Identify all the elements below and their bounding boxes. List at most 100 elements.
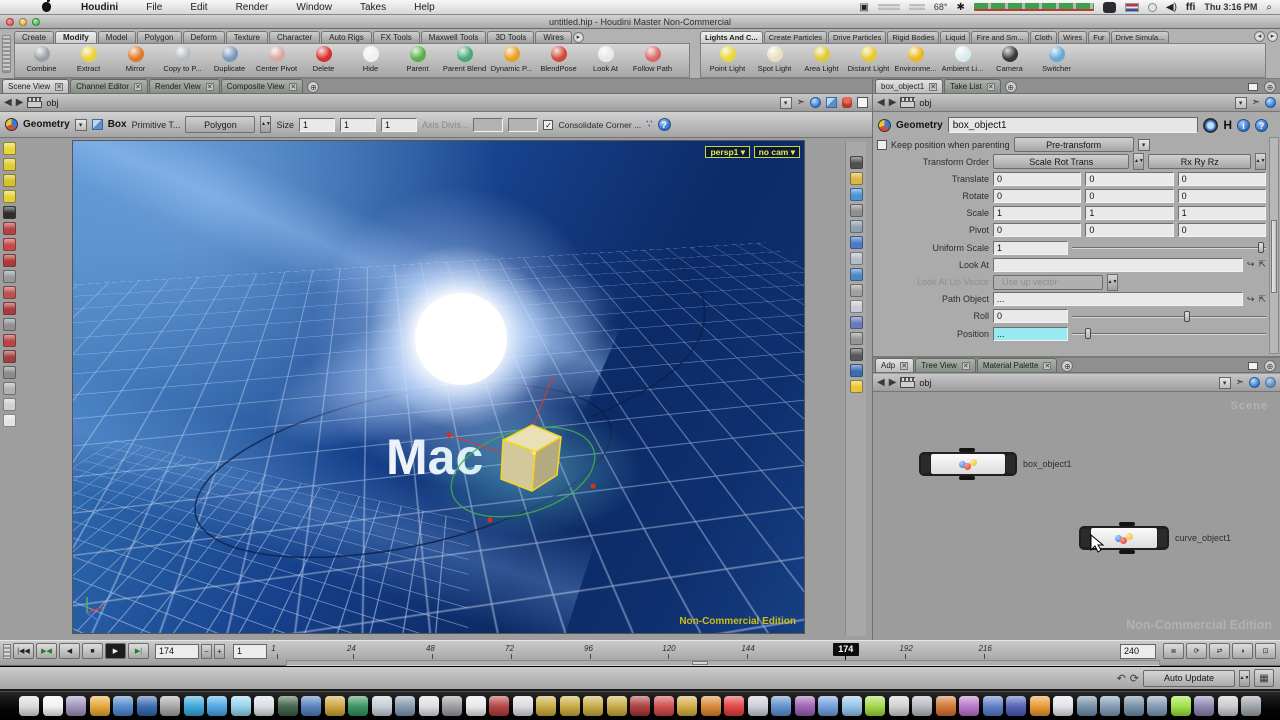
dock-app-icon[interactable] [1241, 696, 1261, 716]
node-box-object1[interactable]: box_object1 [919, 452, 1072, 476]
shelf-scroll-right-icon[interactable]: ▸ [1267, 31, 1278, 42]
close-tab-icon[interactable]: ✕ [1043, 362, 1051, 370]
camera-menu-badge[interactable]: persp1 ▾ [705, 146, 750, 158]
dock-app-icon[interactable] [1030, 696, 1050, 716]
pivot-y-field[interactable]: 0 [1085, 223, 1173, 237]
pivot-x-field[interactable]: 0 [993, 223, 1081, 237]
dock-app-icon[interactable] [842, 696, 862, 716]
play-button[interactable]: ▶ [105, 643, 126, 659]
shelf-tab[interactable]: Wires [1058, 31, 1087, 43]
temperature-status[interactable]: 68° [934, 2, 948, 12]
menu-item[interactable]: Edit [176, 2, 221, 13]
pin-icon[interactable]: ➣ [1252, 97, 1260, 108]
shelf-tab[interactable]: Model [98, 31, 136, 43]
pane-tab[interactable]: Channel Editor ✕ [70, 79, 148, 93]
shelf-tool[interactable]: Mirror [112, 45, 159, 77]
dock-app-icon[interactable] [771, 696, 791, 716]
roll-slider[interactable] [1072, 310, 1266, 323]
close-tab-icon[interactable]: ✕ [929, 83, 937, 91]
playhead[interactable]: 174 [833, 643, 859, 656]
view-control-icon[interactable] [850, 364, 863, 377]
dock-app-icon[interactable] [536, 696, 556, 716]
viewport-tool-icon[interactable] [3, 286, 16, 299]
dock-app-icon[interactable] [865, 696, 885, 716]
viewport-tool-icon[interactable] [3, 222, 16, 235]
undo-icon[interactable]: ↶ [1117, 672, 1126, 685]
close-tab-icon[interactable]: ✕ [55, 83, 63, 91]
shelf-tool[interactable]: Duplicate [206, 45, 253, 77]
dock-app-icon[interactable] [1194, 696, 1214, 716]
primitive-type-stepper[interactable]: ▲▼ [260, 116, 271, 133]
dock-app-icon[interactable] [184, 696, 204, 716]
node-right-flag[interactable] [1006, 455, 1015, 473]
viewport-tool-icon[interactable] [3, 158, 16, 171]
shelf-tool[interactable]: Copy to P... [159, 45, 206, 77]
shelf-tool[interactable]: Point Light [704, 45, 751, 77]
shelf-tab[interactable]: Fire and Sm... [971, 31, 1028, 43]
shelf-tool[interactable]: Center Pivot [253, 45, 300, 77]
viewport-tool-icon[interactable] [3, 270, 16, 283]
dock-app-icon[interactable] [372, 696, 392, 716]
view-control-icon[interactable] [850, 332, 863, 345]
position-slider[interactable] [1072, 327, 1266, 340]
pane-tab[interactable]: Adp ✕ [875, 358, 914, 372]
dock-app-icon[interactable] [701, 696, 721, 716]
viewport-3d[interactable]: Mac [72, 140, 805, 634]
timemachine-icon[interactable] [1148, 3, 1157, 12]
view-control-icon[interactable] [850, 380, 863, 393]
view-control-icon[interactable] [850, 284, 863, 297]
shelf-tool[interactable]: Environme... [892, 45, 939, 77]
viewport-tool-icon[interactable] [3, 254, 16, 267]
dock-app-icon[interactable] [66, 696, 86, 716]
dock-app-icon[interactable] [19, 696, 39, 716]
node-name-field[interactable]: box_object1 [948, 117, 1199, 133]
viewport-tool-icon[interactable] [3, 302, 16, 315]
shelf-tool[interactable]: BlendPose [535, 45, 582, 77]
consolidate-checkbox[interactable]: ✓ [543, 120, 553, 130]
apple-menu-icon[interactable] [42, 2, 51, 12]
viewport-tool-icon[interactable] [3, 382, 16, 395]
display-capture-icon[interactable]: ▣ [859, 2, 868, 13]
realtime-toggle-button[interactable]: ⟳ [1186, 643, 1207, 659]
shelf-tool[interactable]: Delete [300, 45, 347, 77]
shelf-tab[interactable]: Create Particles [764, 31, 827, 43]
dock-app-icon[interactable] [936, 696, 956, 716]
scale-z-field[interactable]: 1 [1178, 206, 1266, 220]
geometry-cube-icon[interactable] [826, 97, 837, 108]
close-tab-icon[interactable]: ✕ [206, 83, 214, 91]
path-dropdown-icon[interactable]: ▾ [1235, 97, 1247, 109]
menu-item[interactable]: Window [282, 2, 346, 13]
shelf-tab[interactable]: Drive Simula... [1111, 31, 1170, 43]
dock-app-icon[interactable] [912, 696, 932, 716]
pre-transform-menu-icon[interactable]: ▾ [1138, 139, 1150, 151]
next-keyframe-button[interactable]: ▶| [128, 643, 149, 659]
dock-app-icon[interactable] [113, 696, 133, 716]
shelf-tool[interactable]: Area Light [798, 45, 845, 77]
shelf-tool[interactable]: Switcher [1033, 45, 1080, 77]
back-icon[interactable]: ◀ [877, 378, 885, 388]
dock-app-icon[interactable] [513, 696, 533, 716]
translate-y-field[interactable]: 0 [1085, 172, 1173, 186]
shelf-tool[interactable]: Hide [347, 45, 394, 77]
shelf-scroll-left-icon[interactable]: ◂ [1254, 31, 1265, 42]
shelf-tool[interactable]: Ambient Li... [939, 45, 986, 77]
dock-app-icon[interactable] [301, 696, 321, 716]
pin-icon[interactable]: ➣ [797, 97, 805, 108]
dock-app-icon[interactable] [254, 696, 274, 716]
dock-app-icon[interactable] [442, 696, 462, 716]
viewport-tool-icon[interactable] [3, 366, 16, 379]
clock[interactable]: Thu 3:16 PM [1204, 2, 1257, 12]
view-control-icon[interactable] [850, 188, 863, 201]
size-x-field[interactable]: 1 [299, 118, 335, 132]
shelf-tab[interactable]: Create [14, 31, 54, 43]
dark-status-icon[interactable] [1103, 2, 1116, 13]
op-menu-icon[interactable]: ▾ [75, 119, 87, 131]
size-z-field[interactable]: 1 [381, 118, 417, 132]
current-frame-field[interactable]: 174 [155, 644, 199, 659]
viewport-tool-icon[interactable] [3, 206, 16, 219]
dock-app-icon[interactable] [959, 696, 979, 716]
window-title-bar[interactable]: untitled.hip - Houdini Master Non-Commer… [0, 15, 1280, 29]
view-control-icon[interactable] [850, 300, 863, 313]
node-left-flag[interactable] [921, 455, 930, 473]
dock-app-icon[interactable] [983, 696, 1003, 716]
